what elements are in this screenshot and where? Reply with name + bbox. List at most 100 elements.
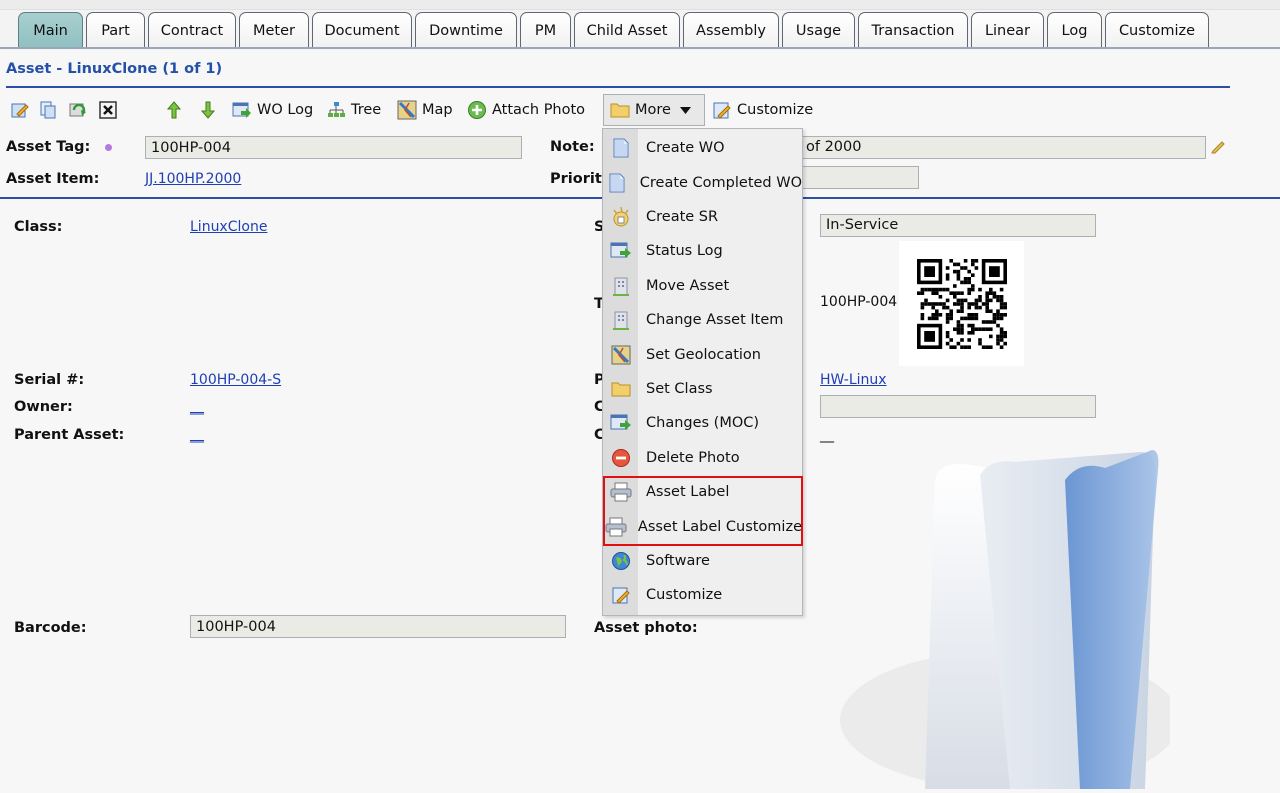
tab-child-asset[interactable]: Child Asset	[574, 12, 680, 48]
document-icon	[603, 137, 638, 159]
caret-down-icon	[679, 106, 691, 114]
menu-item-customize[interactable]: Customize	[603, 578, 802, 612]
owner-link[interactable]: __	[190, 399, 204, 415]
building-icon	[603, 275, 638, 297]
menu-item-label: Change Asset Item	[646, 312, 784, 329]
tab-assembly[interactable]: Assembly	[683, 12, 779, 48]
more-button[interactable]: More	[603, 94, 705, 126]
menu-item-label: Status Log	[646, 243, 723, 260]
barcode-label: Barcode:	[14, 620, 87, 636]
asset-tag-input[interactable]	[145, 136, 522, 159]
priority-input[interactable]	[800, 166, 919, 189]
attach-photo-button[interactable]: Attach Photo	[467, 96, 585, 124]
tab-log[interactable]: Log	[1047, 12, 1102, 48]
menu-item-label: Set Geolocation	[646, 346, 761, 363]
page-title: Asset - LinuxClone (1 of 1)	[6, 61, 223, 77]
tab-customize[interactable]: Customize	[1105, 12, 1209, 48]
title-divider	[6, 86, 1230, 88]
tab-contract[interactable]: Contract	[148, 12, 236, 48]
qr-code-image	[917, 259, 1007, 349]
menu-item-label: Create SR	[646, 208, 719, 225]
tab-transaction[interactable]: Transaction	[858, 12, 968, 48]
tab-main[interactable]: Main	[18, 12, 83, 48]
map-icon	[397, 100, 417, 120]
log-icon	[232, 100, 252, 120]
serial-link[interactable]: 100HP-004-S	[190, 372, 281, 388]
refresh-icon[interactable]	[68, 100, 88, 120]
barcode-input[interactable]	[190, 615, 566, 638]
menu-item-status-log[interactable]: Status Log	[603, 234, 802, 268]
asset-item-link[interactable]: JJ.100HP.2000	[145, 171, 241, 187]
menu-item-label: Create Completed WO	[639, 174, 802, 191]
menu-item-label: Delete Photo	[646, 449, 740, 466]
delete-record-icon[interactable]	[98, 100, 118, 120]
menu-item-changes-moc[interactable]: Changes (MOC)	[603, 406, 802, 440]
tree-icon	[326, 100, 346, 120]
more-label: More	[635, 102, 671, 118]
menu-item-create-sr[interactable]: Create SR	[603, 200, 802, 234]
note-label: Note:	[550, 139, 595, 155]
document-icon	[603, 172, 632, 194]
tab-pm[interactable]: PM	[520, 12, 571, 48]
map-button[interactable]: Map	[397, 96, 453, 124]
owner-label: Owner:	[14, 399, 73, 415]
copy-icon[interactable]	[38, 100, 58, 120]
status-value: In-Service	[826, 217, 899, 233]
wo-log-label: WO Log	[257, 102, 314, 118]
menu-item-label: Customize	[646, 587, 723, 604]
menu-item-set-class[interactable]: Set Class	[603, 372, 802, 406]
wo-log-button[interactable]: WO Log	[232, 96, 313, 124]
menu-item-move-asset[interactable]: Move Asset	[603, 269, 802, 303]
pencil-icon[interactable]	[1210, 138, 1226, 158]
globe-icon	[603, 551, 638, 571]
edit-icon[interactable]	[10, 100, 30, 120]
menu-item-change-asset-item[interactable]: Change Asset Item	[603, 303, 802, 337]
tab-linear[interactable]: Linear	[971, 12, 1044, 48]
tree-button[interactable]: Tree	[326, 96, 381, 124]
tab-part[interactable]: Part	[86, 12, 145, 48]
customize-button[interactable]: Customize	[712, 96, 813, 124]
note-input[interactable]: of 2000	[800, 136, 1206, 159]
map-icon	[603, 345, 638, 365]
tab-bar-divider	[0, 47, 1280, 49]
menu-item-asset-label-customize[interactable]: Asset Label Customize	[603, 509, 802, 543]
menu-item-delete-photo[interactable]: Delete Photo	[603, 441, 802, 475]
menu-item-create-wo[interactable]: Create WO	[603, 131, 802, 165]
parent-asset-link[interactable]: __	[190, 427, 204, 443]
platform-link[interactable]: HW-Linux	[820, 372, 887, 388]
tab-downtime[interactable]: Downtime	[415, 12, 517, 48]
menu-item-create-completed-wo[interactable]: Create Completed WO	[603, 165, 802, 199]
arrow-up-icon[interactable]	[164, 100, 184, 120]
folder-icon	[610, 100, 630, 120]
asset-photo-label: Asset photo:	[594, 620, 698, 636]
asset-item-label: Asset Item:	[6, 171, 100, 187]
delete-icon	[603, 448, 638, 468]
tree-label: Tree	[351, 102, 382, 118]
asset-photo-placeholder	[840, 440, 1180, 790]
menu-item-software[interactable]: Software	[603, 544, 802, 578]
building-icon	[603, 309, 638, 331]
menu-item-asset-label[interactable]: Asset Label	[603, 475, 802, 509]
arrow-down-icon[interactable]	[198, 100, 218, 120]
menu-item-label: Software	[646, 552, 710, 569]
tab-document[interactable]: Document	[312, 12, 412, 48]
blank-input[interactable]	[820, 395, 1096, 418]
tab-usage[interactable]: Usage	[782, 12, 855, 48]
map-label: Map	[422, 102, 453, 118]
service-request-icon	[603, 206, 638, 228]
class-link[interactable]: LinuxClone	[190, 219, 267, 235]
menu-item-set-geolocation[interactable]: Set Geolocation	[603, 337, 802, 371]
note-value: of 2000	[806, 139, 862, 155]
toolbar-nav	[164, 96, 218, 124]
folder-graphic	[840, 450, 1180, 790]
serial-label: Serial #:	[14, 372, 85, 388]
blank-value: __	[820, 427, 834, 443]
attach-photo-label: Attach Photo	[492, 102, 586, 118]
tab-meter[interactable]: Meter	[239, 12, 309, 48]
more-dropdown-menu: Create WO Create Completed WO Create SR …	[602, 128, 803, 616]
printer-icon	[603, 482, 638, 502]
status-input[interactable]: In-Service	[820, 214, 1096, 237]
tab-bar-top	[0, 0, 1280, 10]
log-icon	[603, 413, 638, 433]
tab-bar: Main Part Contract Meter Document Downti…	[0, 0, 1280, 50]
